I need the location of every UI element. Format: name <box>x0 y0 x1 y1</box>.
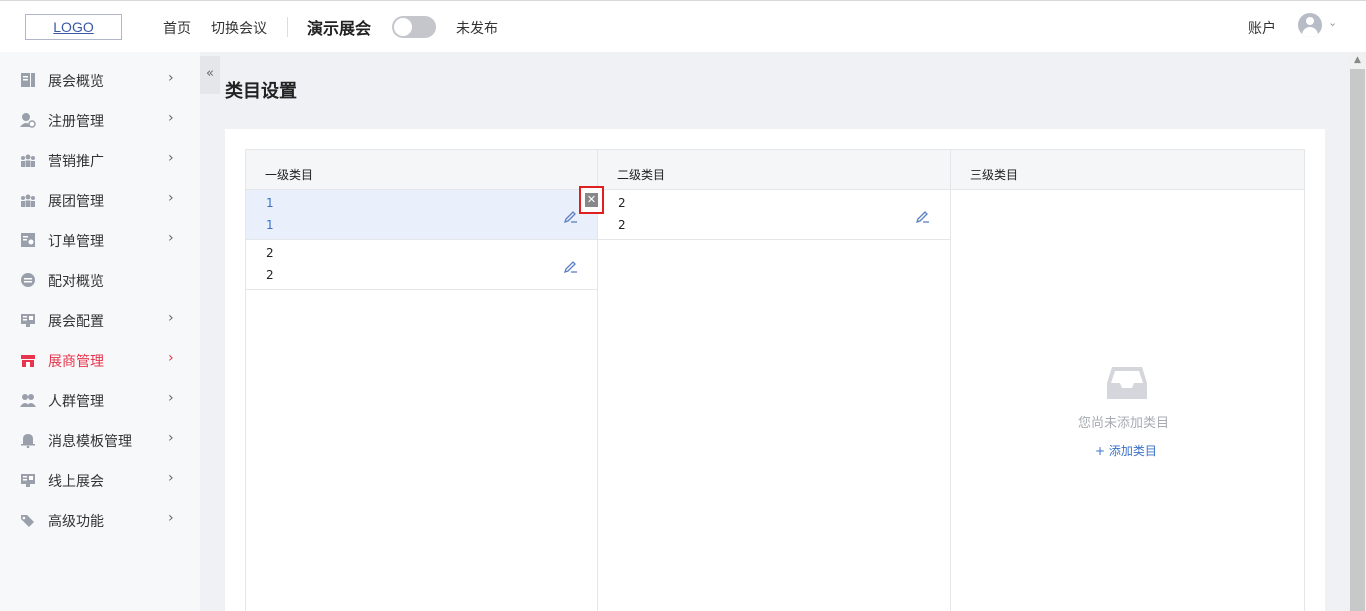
column-header: 二级类目 <box>598 150 950 190</box>
delete-category-button[interactable]: ✕ <box>579 186 604 214</box>
column-header: 三级类目 <box>951 150 1304 190</box>
category-name: 2 <box>618 196 626 210</box>
sidebar-item-label: 注册管理 <box>48 114 104 130</box>
config-icon <box>21 314 35 327</box>
sidebar-item-config[interactable]: 展会配置 › <box>0 300 200 340</box>
sidebar-item-marketing[interactable]: 营销推广 › <box>0 140 200 180</box>
chevron-right-icon: › <box>168 230 174 246</box>
top-header: LOGO 首页 切换会议 演示展会 未发布 账户 ⌄ <box>0 0 1366 52</box>
close-icon: ✕ <box>585 193 598 207</box>
publish-toggle[interactable] <box>392 16 436 38</box>
category-name: 1 <box>266 196 274 210</box>
sidebar-item-overview[interactable]: 展会概览 › <box>0 60 200 100</box>
marketing-icon <box>21 154 35 167</box>
sidebar-item-label: 展会配置 <box>48 314 104 330</box>
tag-icon <box>21 515 34 527</box>
header-divider <box>287 17 288 37</box>
scroll-up-icon[interactable]: ▲ <box>1349 52 1366 69</box>
chevron-right-icon: › <box>168 350 174 366</box>
edit-icon[interactable] <box>562 206 580 224</box>
overview-icon <box>21 73 35 87</box>
edit-icon[interactable] <box>914 206 932 224</box>
avatar-icon[interactable] <box>1298 13 1322 37</box>
sidebar-item-match[interactable]: 配对概览 <box>0 260 200 300</box>
category-name: 2 <box>266 246 274 260</box>
group-icon <box>21 194 35 207</box>
bell-icon <box>21 434 35 448</box>
chevron-right-icon: › <box>168 70 174 86</box>
category-desc: 2 <box>618 218 626 232</box>
sidebar-item-label: 配对概览 <box>48 274 104 290</box>
nav-home-link[interactable]: 首页 <box>163 18 191 38</box>
sidebar-item-label: 人群管理 <box>48 394 104 410</box>
publish-status: 未发布 <box>456 21 498 37</box>
toggle-knob <box>394 18 412 36</box>
sidebar-item-label: 展商管理 <box>48 354 104 370</box>
logo[interactable]: LOGO <box>25 14 122 40</box>
sidebar-item-label: 营销推广 <box>48 154 104 170</box>
user-register-icon <box>20 113 36 128</box>
account-link[interactable]: 账户 <box>1248 18 1276 38</box>
chevron-right-icon: › <box>168 390 174 406</box>
chevron-right-icon: › <box>168 430 174 446</box>
category-desc: 2 <box>266 268 274 282</box>
sidebar-item-register[interactable]: 注册管理 › <box>0 100 200 140</box>
chevron-right-icon: › <box>168 510 174 526</box>
sidebar-item-advanced[interactable]: 高级功能 › <box>0 500 200 540</box>
sidebar-collapse-button[interactable]: « <box>200 56 220 94</box>
sidebar-item-label: 消息模板管理 <box>48 434 132 450</box>
page-title: 类目设置 <box>225 81 297 102</box>
sidebar-item-orders[interactable]: 订单管理 › <box>0 220 200 260</box>
crowd-icon <box>20 394 36 407</box>
category-column-level1: 一级类目 1 1 2 2 <box>246 150 598 611</box>
edit-icon[interactable] <box>562 256 580 274</box>
sidebar-item-exhibitors[interactable]: 展商管理 › <box>0 340 200 380</box>
chevron-right-icon: › <box>168 310 174 326</box>
category-desc: 1 <box>266 218 274 232</box>
chevron-right-icon: › <box>168 190 174 206</box>
sidebar-item-label: 高级功能 <box>48 514 104 530</box>
sidebar-item-label: 线上展会 <box>48 474 104 490</box>
nav-switch-meeting-link[interactable]: 切换会议 <box>211 18 267 38</box>
empty-inbox-icon <box>1107 367 1147 399</box>
sidebar-item-label: 展团管理 <box>48 194 104 210</box>
match-icon <box>21 273 35 287</box>
sidebar-item-label: 订单管理 <box>48 234 104 250</box>
sidebar-item-message-templates[interactable]: 消息模板管理 › <box>0 420 200 460</box>
order-icon <box>21 233 35 247</box>
sidebar-item-label: 展会概览 <box>48 74 104 90</box>
chevron-right-icon: › <box>168 150 174 166</box>
sidebar-item-crowd[interactable]: 人群管理 › <box>0 380 200 420</box>
list-item[interactable]: 1 1 <box>246 190 597 240</box>
empty-state-text: 您尚未添加类目 <box>1078 416 1170 431</box>
list-item[interactable]: 2 2 <box>598 190 950 240</box>
scrollbar-thumb[interactable] <box>1350 69 1365 611</box>
expo-name: 演示展会 <box>307 19 372 38</box>
sidebar-item-group[interactable]: 展团管理 › <box>0 180 200 220</box>
sidebar: 展会概览 › 注册管理 › 营销推广 › 展团管理 › 订单管理 › 配对概览 … <box>0 52 200 611</box>
sidebar-item-online-expo[interactable]: 线上展会 › <box>0 460 200 500</box>
add-category-button[interactable]: + 添加类目 <box>1095 442 1157 459</box>
chevron-right-icon: › <box>168 110 174 126</box>
chevron-down-icon[interactable]: ⌄ <box>1328 16 1337 29</box>
chevron-right-icon: › <box>168 470 174 486</box>
store-icon <box>21 355 35 367</box>
list-item[interactable]: 2 2 <box>246 240 597 290</box>
category-column-level2: 二级类目 2 2 <box>598 150 951 611</box>
online-icon <box>21 474 35 487</box>
column-header: 一级类目 <box>246 150 597 190</box>
